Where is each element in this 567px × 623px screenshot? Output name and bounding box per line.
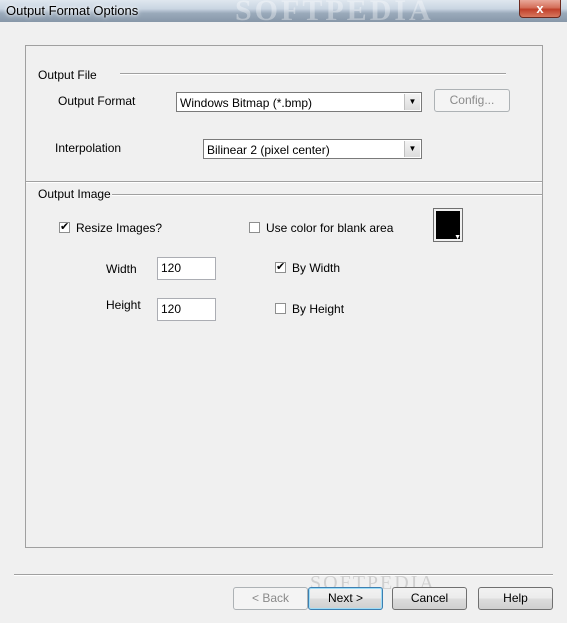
- output-image-divider: [112, 194, 542, 196]
- blank-color-checkbox[interactable]: [249, 222, 260, 233]
- width-label: Width: [106, 262, 137, 276]
- config-button[interactable]: Config...: [434, 89, 510, 112]
- chevron-down-icon[interactable]: ▼: [404, 141, 420, 157]
- chevron-down-icon[interactable]: ▼: [454, 234, 461, 241]
- help-button[interactable]: Help: [478, 587, 553, 610]
- interpolation-label: Interpolation: [55, 141, 122, 155]
- title-watermark: SOFTPEDIA: [235, 0, 434, 22]
- blank-color-label[interactable]: Use color for blank area: [266, 221, 393, 235]
- width-input[interactable]: 120: [157, 257, 216, 280]
- by-width-label[interactable]: By Width: [292, 261, 340, 275]
- output-image-group-label: Output Image: [38, 187, 111, 201]
- chevron-down-icon[interactable]: ▼: [404, 94, 420, 110]
- by-height-checkbox[interactable]: [275, 303, 286, 314]
- by-width-checkbox[interactable]: ✔: [275, 262, 286, 273]
- interpolation-value: Bilinear 2 (pixel center): [207, 143, 330, 157]
- blank-color-picker[interactable]: ▼: [433, 208, 463, 242]
- close-button[interactable]: x: [519, 0, 561, 18]
- resize-images-checkbox[interactable]: ✔: [59, 222, 70, 233]
- height-label: Height: [106, 298, 141, 312]
- title-bar: SOFTPEDIA Output Format Options x: [0, 0, 567, 22]
- output-file-divider: [120, 73, 506, 75]
- options-panel: Output File Output Format Windows Bitmap…: [25, 45, 543, 548]
- back-button[interactable]: < Back: [233, 587, 308, 610]
- section-divider: [26, 181, 542, 183]
- next-button[interactable]: Next >: [308, 587, 383, 610]
- output-format-select[interactable]: Windows Bitmap (*.bmp) ▼: [176, 92, 422, 112]
- output-file-group-label: Output File: [38, 68, 97, 82]
- output-format-value: Windows Bitmap (*.bmp): [180, 96, 313, 110]
- height-input[interactable]: 120: [157, 298, 216, 321]
- window-title: Output Format Options: [6, 3, 139, 18]
- interpolation-select[interactable]: Bilinear 2 (pixel center) ▼: [203, 139, 422, 159]
- resize-images-label[interactable]: Resize Images?: [76, 221, 162, 235]
- cancel-button[interactable]: Cancel: [392, 587, 467, 610]
- footer-divider: [14, 574, 553, 576]
- by-height-label[interactable]: By Height: [292, 302, 344, 316]
- close-icon[interactable]: x: [536, 1, 543, 16]
- output-format-label: Output Format: [58, 94, 136, 108]
